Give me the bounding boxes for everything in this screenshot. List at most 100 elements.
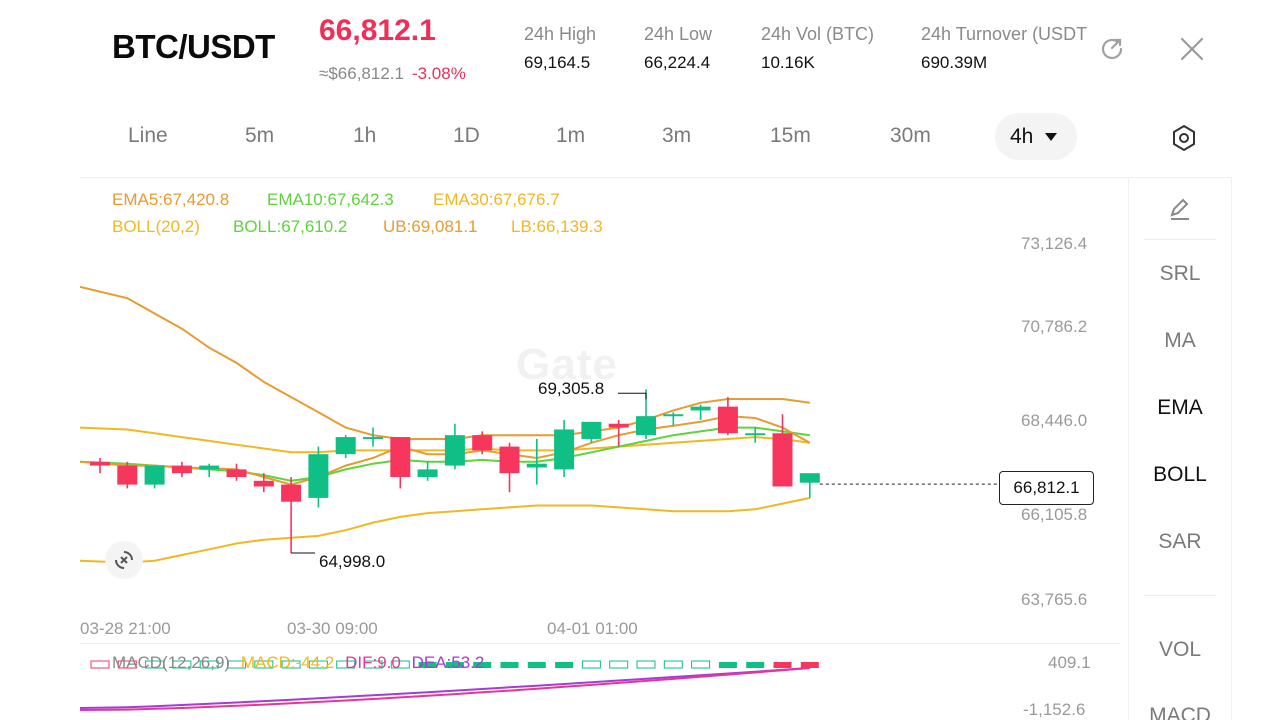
high-annotation: 69,305.8: [538, 379, 605, 398]
left-frame: [0, 0, 80, 720]
stat-turnover: 24h Turnover (USDT) 690.39M: [921, 24, 1087, 73]
tab-3m[interactable]: 3m: [662, 124, 691, 148]
dea-value: DEA:53.2: [411, 653, 485, 672]
candle: [663, 412, 684, 426]
candle: [499, 442, 520, 493]
macd-y-tick: -1,152.6: [1023, 700, 1086, 719]
candle: [690, 404, 711, 420]
tab-1h[interactable]: 1h: [353, 124, 376, 148]
fiat-price: ≈$66,812.1: [319, 64, 404, 83]
macd-bar: [90, 660, 110, 669]
lb-line: [80, 496, 811, 564]
macd-bar: [609, 660, 629, 669]
last-price: 66,812.1: [319, 14, 436, 47]
stat-low-value: 66,224.4: [644, 53, 711, 72]
tab-15m[interactable]: 15m: [770, 124, 811, 148]
reset-view-icon: [115, 551, 133, 569]
candle: [799, 473, 820, 498]
indicator-ma[interactable]: MA: [1128, 329, 1232, 353]
candle: [717, 397, 738, 436]
reset-view-button[interactable]: [105, 541, 143, 579]
macd-bar: [527, 662, 546, 668]
stat-turnover-value: 690.39M: [921, 53, 988, 72]
tab-4h-label: 4h: [1010, 124, 1034, 148]
macd-bar: [581, 660, 601, 669]
close-icon[interactable]: [1177, 34, 1207, 64]
stat-volume: 24h Vol (BTC) 10.16K: [761, 24, 874, 73]
low-annotation: 64,998.0: [319, 552, 386, 571]
stat-low: 24h Low 66,224.4: [644, 24, 712, 73]
tab-1d[interactable]: 1D: [453, 124, 480, 148]
draw-tool-button[interactable]: [1128, 196, 1232, 228]
macd-params: MACD(12,26,9): [112, 653, 231, 672]
macd-bar: [746, 662, 765, 668]
indicator-macd[interactable]: MACD: [1128, 704, 1232, 720]
indicator-srl[interactable]: SRL: [1128, 262, 1232, 286]
pencil-icon: [1170, 198, 1189, 220]
stat-high-value: 69,164.5: [524, 53, 591, 72]
indicator-ema[interactable]: EMA: [1128, 396, 1232, 420]
legend-ema10: EMA10:67,642.3: [267, 190, 394, 209]
chart-settings-icon[interactable]: [1168, 122, 1200, 154]
indicator-vol[interactable]: VOL: [1128, 638, 1232, 662]
y-tick: 73,126.4: [1021, 234, 1088, 253]
macd-bar: [773, 662, 792, 668]
candle: [335, 435, 356, 458]
stat-turnover-label: 24h Turnover (USDT): [921, 24, 1087, 44]
candle: [554, 419, 575, 477]
candle: [390, 437, 411, 489]
fiat-price-row: ≈$66,812.1 -3.08%: [319, 64, 466, 84]
share-icon[interactable]: [1097, 34, 1127, 64]
dif-value: DIF:9.0: [345, 653, 401, 672]
macd-value: MACD:-44.2: [240, 653, 335, 672]
chevron-down-icon: [1045, 132, 1058, 141]
y-tick: 63,765.6: [1021, 590, 1088, 609]
macd-bar: [555, 662, 574, 668]
macd-bar: [636, 660, 656, 669]
macd-bar: [718, 662, 737, 668]
y-tick: 66,105.8: [1021, 505, 1088, 524]
indicator-sar[interactable]: SAR: [1128, 530, 1232, 554]
price-change: -3.08%: [411, 64, 466, 83]
tab-5m[interactable]: 5m: [245, 124, 274, 148]
macd-bar: [663, 660, 683, 669]
macd-legend: MACD(12,26,9) MACD:-44.2 DIF:9.0 DEA:53.…: [112, 653, 484, 673]
candle: [117, 461, 138, 489]
indicator-boll[interactable]: BOLL: [1128, 463, 1232, 487]
candle: [226, 463, 247, 481]
dea-line: [80, 667, 810, 709]
candle: [745, 427, 766, 443]
stat-volume-label: 24h Vol (BTC): [761, 24, 875, 44]
candle: [308, 446, 329, 508]
macd-bar: [500, 662, 519, 668]
candle: [171, 461, 192, 477]
tab-30m[interactable]: 30m: [890, 124, 931, 148]
pair-title: BTC/USDT: [112, 28, 275, 65]
panel-divider: [1144, 595, 1216, 596]
tabs-divider: [80, 177, 1232, 178]
stat-low-label: 24h Low: [644, 24, 713, 44]
x-tick: 03-28 21:00: [80, 619, 171, 638]
high-annotation-leader: [618, 392, 647, 400]
tab-4h-dropdown[interactable]: 4h: [995, 113, 1077, 160]
stat-high: 24h High 69,164.5: [524, 24, 596, 73]
legend-ema5: EMA5:67,420.8: [112, 190, 230, 209]
macd-bar: [691, 660, 711, 669]
macd-bar: [800, 662, 819, 668]
current-price-label: 66,812.1: [999, 471, 1094, 505]
candle: [581, 421, 602, 443]
candle: [281, 476, 302, 554]
candle: [444, 423, 465, 470]
macd-y-tick: 409.1: [1048, 653, 1091, 672]
y-tick: 68,446.0: [1021, 411, 1088, 430]
y-tick: 70,786.2: [1021, 317, 1088, 336]
candle: [90, 457, 110, 474]
stat-volume-value: 10.16K: [761, 53, 815, 72]
x-tick: 04-01 01:00: [547, 619, 638, 638]
panel-divider: [1144, 239, 1216, 240]
legend-ema30: EMA30:67,676.7: [433, 190, 560, 209]
candlestick-chart[interactable]: [80, 230, 1128, 640]
candle: [417, 461, 438, 481]
tab-1m[interactable]: 1m: [556, 124, 585, 148]
tab-line[interactable]: Line: [128, 124, 168, 148]
